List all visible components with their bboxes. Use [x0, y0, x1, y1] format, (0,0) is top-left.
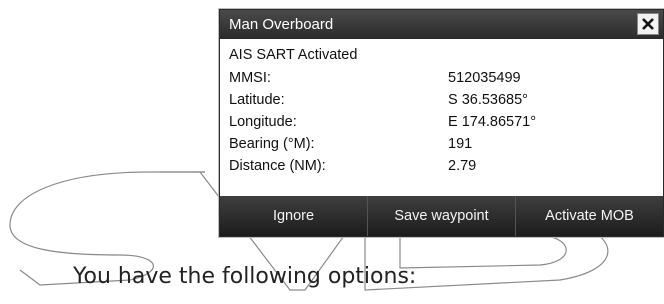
dialog-content: AIS SART Activated MMSI: 512035499 Latit…: [229, 43, 649, 177]
alert-headline: AIS SART Activated: [229, 47, 358, 63]
options-caption: You have the following options:: [73, 264, 417, 289]
bearing-row: Bearing (°M): 191: [229, 133, 649, 155]
longitude-row: Longitude: E 174.86571°: [229, 111, 649, 133]
bearing-value: 191: [448, 136, 473, 152]
ignore-button[interactable]: Ignore: [220, 196, 368, 236]
dialog-button-bar: Ignore Save waypoint Activate MOB: [220, 196, 663, 236]
longitude-label: Longitude:: [229, 114, 297, 130]
activate-mob-button[interactable]: Activate MOB: [516, 196, 663, 236]
longitude-value: E 174.86571°: [448, 114, 537, 130]
man-overboard-dialog: Man Overboard AIS SART Activated MMSI: 5…: [219, 9, 664, 237]
close-icon: [642, 18, 654, 30]
mmsi-label: MMSI:: [229, 70, 271, 86]
save-waypoint-button[interactable]: Save waypoint: [368, 196, 516, 236]
distance-label: Distance (NM):: [229, 158, 326, 174]
dialog-titlebar: Man Overboard: [220, 10, 663, 39]
distance-value: 2.79: [448, 158, 477, 174]
mmsi-row: MMSI: 512035499: [229, 67, 649, 89]
close-button[interactable]: [637, 13, 659, 35]
dialog-title: Man Overboard: [229, 16, 334, 33]
bearing-label: Bearing (°M):: [229, 136, 315, 152]
latitude-row: Latitude: S 36.53685°: [229, 89, 649, 111]
distance-row: Distance (NM): 2.79: [229, 155, 649, 177]
latitude-label: Latitude:: [229, 92, 285, 108]
mmsi-value: 512035499: [448, 70, 521, 86]
latitude-value: S 36.53685°: [448, 92, 528, 108]
